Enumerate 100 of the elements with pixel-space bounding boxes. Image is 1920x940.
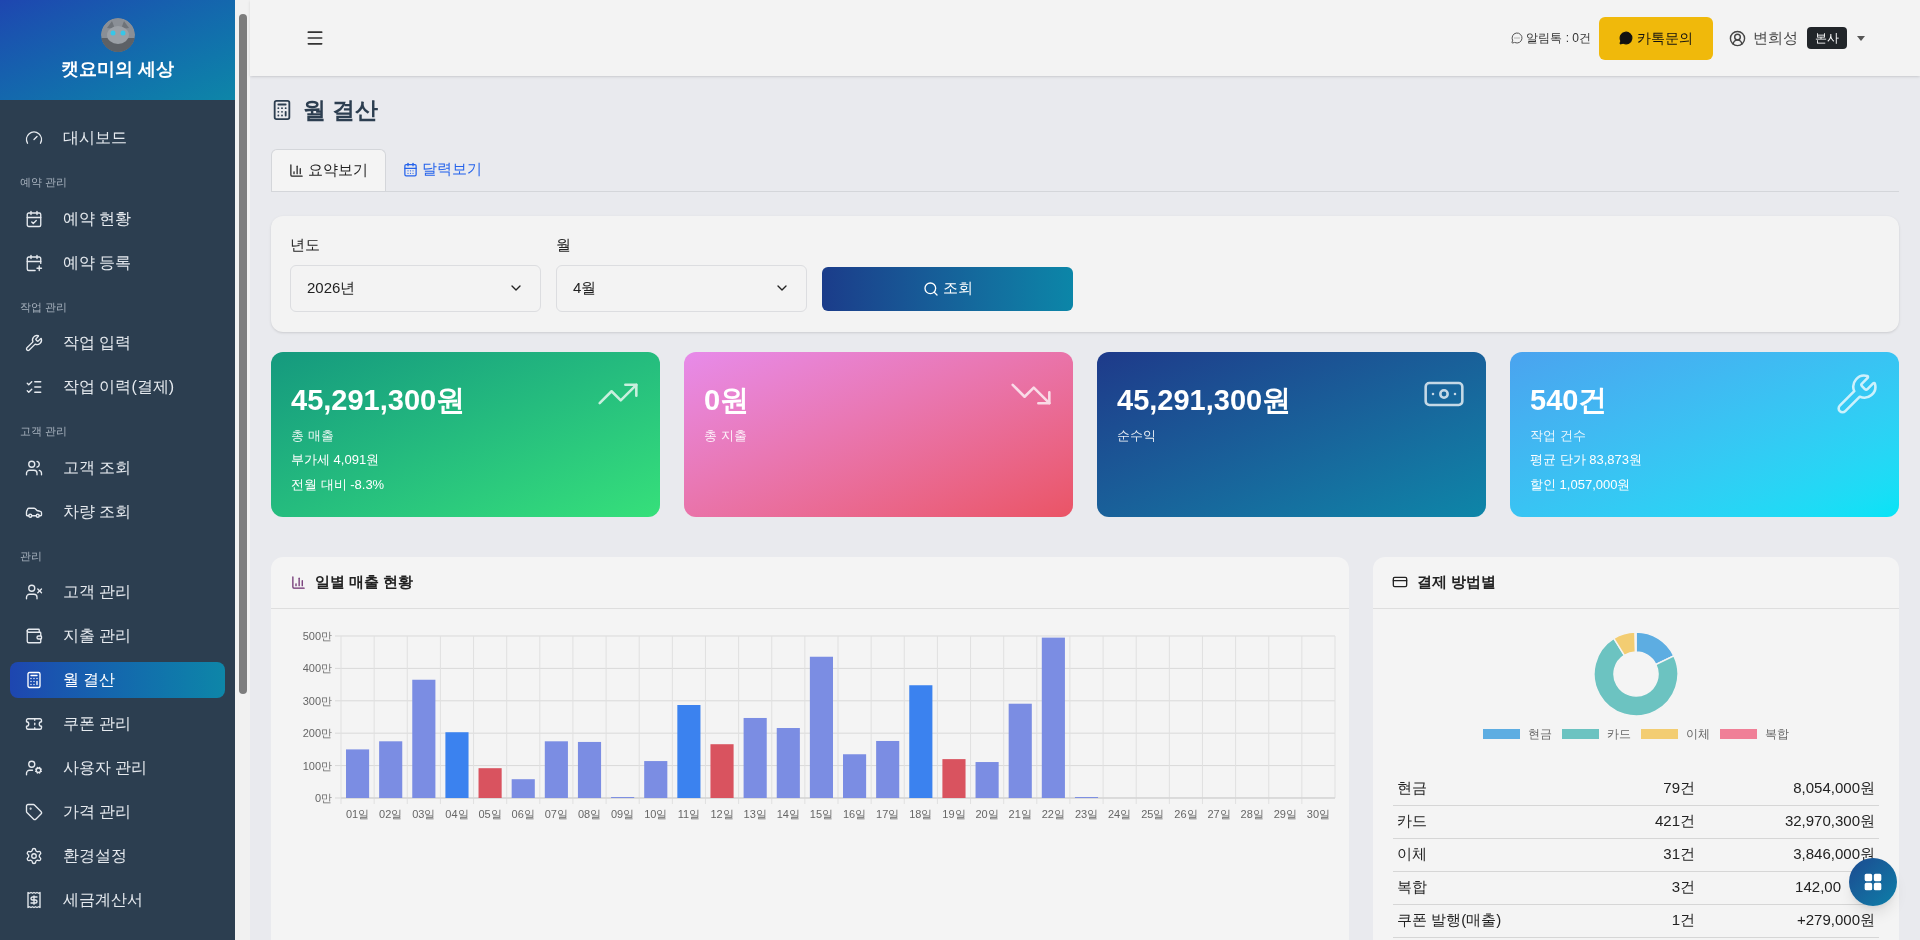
legend-label: 카드 [1607, 725, 1631, 743]
axis-label: 21일 [1008, 807, 1032, 820]
calendar-icon [403, 162, 418, 177]
axis-label: 30일 [1306, 807, 1331, 820]
bar [644, 760, 668, 798]
field-label: 월 [556, 235, 572, 255]
stat-label: 순수익 [1117, 426, 1157, 445]
nav-item[interactable]: 세금계산서 [10, 882, 225, 918]
bar [544, 740, 568, 798]
axis-label: 500만 [302, 629, 332, 642]
nav-item[interactable]: 차량 조회 [10, 493, 225, 530]
axis-label: 03일 [412, 807, 436, 820]
stat-label: 총 지출 [704, 426, 748, 445]
bar-chart-icon [289, 162, 304, 178]
axis-label: 07일 [544, 807, 568, 820]
axis-label: 25일 [1141, 807, 1165, 820]
tag-icon [25, 803, 43, 821]
year-select[interactable]: 2026년 [290, 264, 541, 312]
axis-label: 29일 [1273, 807, 1297, 820]
axis-label: 200만 [302, 726, 332, 739]
count-cell-text: 31건 [1662, 844, 1695, 865]
stat-label: 총 매출 [291, 426, 335, 445]
wallet-icon [25, 627, 43, 645]
brand-title: 캣요미의 세상 [61, 57, 174, 81]
stat-value: 540건 [1530, 382, 1609, 418]
axis-label: 05일 [478, 807, 502, 820]
users-icon [25, 458, 43, 477]
calculator-icon [271, 99, 293, 122]
user-name: 변희성 [1753, 27, 1798, 48]
axis-label: 08일 [577, 807, 602, 820]
axis-label: 12일 [710, 807, 734, 820]
bar [577, 741, 602, 798]
count-cell-text: 79건 [1662, 778, 1695, 799]
method-cell-text: 쿠폰 발행(매출) [1397, 910, 1503, 931]
nav-item[interactable]: 가격 관리 [10, 794, 225, 830]
axis-label: 04일 [445, 807, 469, 820]
nav-item[interactable]: 고객 조회 [10, 449, 225, 486]
axis-label: 10일 [644, 807, 668, 820]
axis-label: 100만 [302, 759, 332, 772]
nav-item[interactable]: 대시보드 [10, 120, 225, 156]
axis-label: 15일 [809, 807, 834, 820]
nav-item[interactable]: 예약 등록 [10, 244, 225, 281]
stat-detail: 부가세 4,091원 [291, 451, 381, 469]
stat-detail: 할인 1,057,000원 [1530, 475, 1632, 494]
axis-label: 19일 [942, 807, 966, 820]
nav-item[interactable]: 작업 이력(결제) [10, 369, 225, 405]
axis-label: 22일 [1041, 807, 1065, 820]
method-cell-text: 복합 [1397, 877, 1428, 898]
stat-value: 45,291,300원 [291, 382, 466, 418]
search-button[interactable]: 조회 [822, 266, 1073, 311]
caret-icon[interactable] [1857, 35, 1865, 41]
nav-item[interactable]: 고객 관리 [10, 574, 225, 610]
bar [511, 778, 535, 798]
amount-cell-text: 8,054,000원 [1792, 778, 1875, 799]
stat-detail: 전월 대비 -8.3% [291, 475, 386, 494]
axis-label: 27일 [1207, 807, 1231, 820]
nav-item[interactable]: 예약 현황 [10, 200, 225, 237]
checklist-icon [25, 378, 43, 396]
bar [478, 767, 502, 798]
stat-value: 45,291,300원 [1117, 382, 1292, 418]
nav-item[interactable]: 환경설정 [10, 838, 225, 874]
axis-label: 23일 [1074, 807, 1099, 820]
bar [445, 731, 469, 798]
alimtalk-count: 알림톡 : 0건 [1526, 30, 1591, 47]
menu-icon[interactable] [305, 28, 325, 48]
user-badge-icon [25, 583, 43, 601]
card-title: 결제 방법별 [1417, 571, 1497, 592]
nav-item[interactable]: 쿠폰 관리 [10, 706, 225, 742]
bar [346, 748, 370, 798]
tab[interactable]: 요약보기 [271, 148, 386, 191]
count-cell-text: 3건 [1670, 877, 1695, 898]
stat-value: 0원 [704, 382, 750, 418]
calendar-plus-icon [25, 253, 43, 272]
tab[interactable]: 달력보기 [386, 148, 499, 191]
axis-label: 26일 [1174, 807, 1198, 820]
axis-label: 17일 [876, 807, 900, 820]
count-cell-text: 1건 [1670, 910, 1695, 931]
method-cell-text: 이체 [1397, 844, 1428, 865]
month-select[interactable]: 4월 [556, 264, 807, 312]
axis-label: 24일 [1108, 807, 1132, 820]
section-label: 작업 관리 [19, 299, 69, 315]
bar [379, 740, 403, 798]
legend-label: 복합 [1765, 725, 1789, 743]
nav-item[interactable]: 지출 관리 [10, 618, 225, 654]
method-cell-text: 카드 [1397, 811, 1428, 832]
nav-item[interactable]: 월 결산 [10, 662, 225, 698]
kakao-inquiry-button[interactable]: 카톡문의 [1599, 16, 1713, 60]
axis-label: 16일 [842, 807, 867, 820]
bar [876, 740, 900, 798]
amount-cell-text: 3,846,000원 [1792, 844, 1875, 865]
axis-label: 14일 [776, 807, 800, 820]
section-label: 예약 관리 [19, 175, 69, 190]
nav-item[interactable]: 사용자 관리 [10, 750, 225, 786]
gauge-icon [25, 129, 43, 147]
stat-label: 작업 건수 [1530, 426, 1587, 445]
axis-label: 28일 [1240, 807, 1264, 820]
user-icon [1729, 29, 1746, 47]
axis-label: 11일 [677, 807, 701, 820]
section-label: 고객 관리 [19, 424, 69, 439]
nav-item[interactable]: 작업 입력 [10, 325, 225, 361]
